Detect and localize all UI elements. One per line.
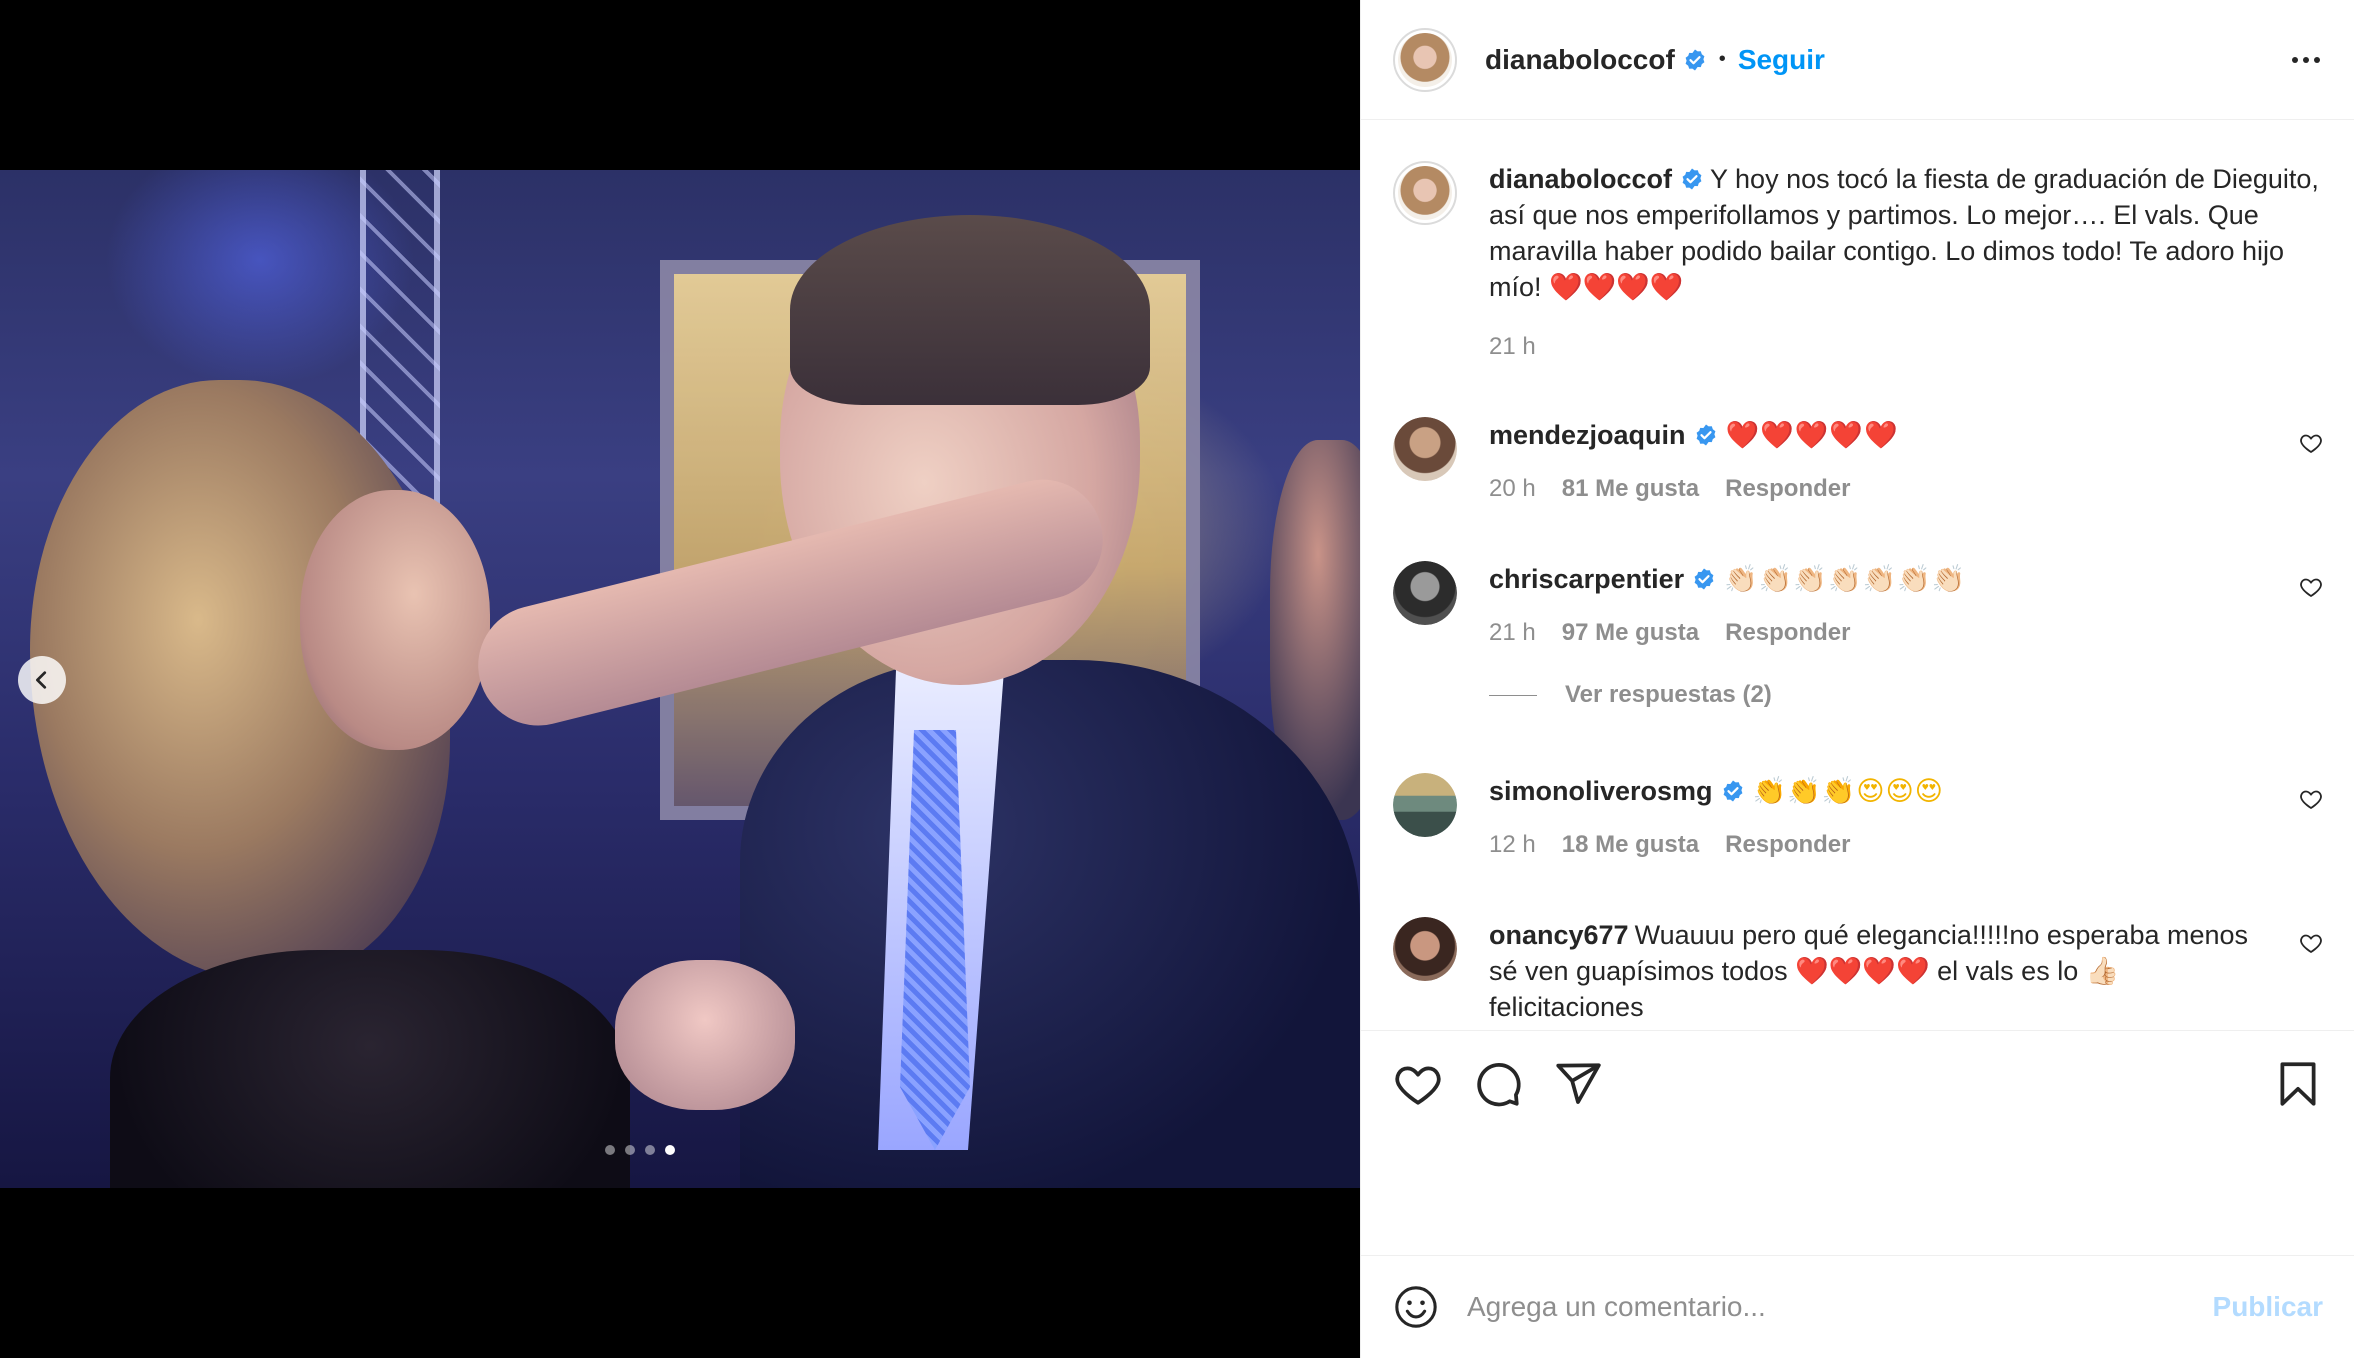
carousel-dot — [645, 1145, 655, 1155]
like-comment-heart-icon[interactable] — [2299, 787, 2323, 811]
reply-button[interactable]: Responder — [1725, 471, 1850, 507]
chevron-left-icon — [36, 671, 47, 689]
commenter-avatar[interactable] — [1393, 561, 1457, 625]
heart-icon[interactable] — [1393, 1059, 1443, 1109]
commenter-avatar[interactable] — [1393, 917, 1457, 981]
carousel-prev-button[interactable] — [18, 656, 66, 704]
verified-badge-icon — [1685, 49, 1705, 70]
carousel-dot-active — [665, 1145, 675, 1155]
comment-time[interactable]: 20 h — [1489, 471, 1536, 507]
comment-text: 👏👏👏😍😍😍 — [1752, 776, 1944, 806]
more-icon-dot — [2303, 57, 2309, 63]
comment-username[interactable]: simonoliverosmg — [1489, 776, 1713, 806]
photo-woman-face — [300, 490, 490, 750]
comment-icon[interactable] — [1473, 1059, 1523, 1109]
like-comment-heart-icon[interactable] — [2299, 931, 2323, 955]
follow-button[interactable]: Seguir — [1738, 44, 1825, 76]
comments-list[interactable]: dianaboloccof Y hoy nos tocó la fiesta de… — [1361, 121, 2354, 1030]
action-bar — [1361, 1030, 2354, 1256]
commenter-avatar[interactable] — [1393, 773, 1457, 837]
post-header: dianaboloccof • Seguir — [1361, 0, 2354, 120]
comment-username[interactable]: chriscarpentier — [1489, 564, 1684, 594]
header-separator: • — [1718, 48, 1726, 70]
post-timestamp[interactable]: 21 h — [1489, 329, 1536, 365]
carousel-indicators — [0, 1145, 1320, 1155]
replies-divider-line — [1489, 694, 1537, 696]
comment-item: chriscarpentier 👏🏻👏🏻👏🏻👏🏻👏🏻👏🏻👏🏻 21 h 97 Me… — [1393, 561, 2323, 651]
more-options-button[interactable] — [2286, 42, 2326, 78]
comment-item: mendezjoaquin ❤️❤️❤️❤️❤️ 20 h 81 Me gusta… — [1393, 417, 2323, 507]
like-comment-heart-icon[interactable] — [2299, 575, 2323, 599]
more-icon-dot — [2314, 57, 2320, 63]
caption-username[interactable]: dianaboloccof — [1489, 164, 1672, 194]
comment-username[interactable]: onancy677 — [1489, 920, 1629, 950]
comment-item: simonoliverosmg 👏👏👏😍😍😍 12 h 18 Me gusta R… — [1393, 773, 2323, 863]
comment-username[interactable]: mendezjoaquin — [1489, 420, 1686, 450]
more-icon-dot — [2292, 57, 2298, 63]
comment-input[interactable] — [1467, 1291, 2213, 1323]
comment-text: ❤️❤️❤️❤️❤️ — [1725, 420, 1899, 450]
verified-badge-icon — [1682, 168, 1702, 190]
carousel-dot — [625, 1145, 635, 1155]
post-caption: dianaboloccof Y hoy nos tocó la fiesta de… — [1393, 161, 2323, 365]
carousel-dot — [605, 1145, 615, 1155]
author-avatar[interactable] — [1393, 27, 1457, 92]
comment-likes[interactable]: 81 Me gusta — [1562, 471, 1699, 507]
verified-badge-icon — [1694, 568, 1714, 590]
share-icon[interactable] — [1553, 1059, 1603, 1109]
post-media — [0, 0, 1360, 1358]
publish-button[interactable]: Publicar — [2213, 1291, 2323, 1323]
verified-badge-icon — [1723, 780, 1742, 802]
comment-likes[interactable]: 97 Me gusta — [1562, 615, 1699, 651]
photo-man-suit — [740, 660, 1360, 1188]
photo-hands — [615, 960, 795, 1110]
post-sidebar: dianaboloccof • Seguir dianaboloccof Y ho… — [1360, 0, 2354, 1358]
comment-composer: Publicar — [1361, 1255, 2354, 1358]
photo-man-hair — [790, 215, 1150, 405]
post-photo[interactable] — [0, 170, 1360, 1188]
author-username[interactable]: dianaboloccof — [1485, 44, 1675, 76]
view-replies-label: Ver respuestas (2) — [1565, 681, 1772, 708]
emoji-icon[interactable] — [1393, 1284, 1439, 1330]
commenter-avatar[interactable] — [1393, 417, 1457, 481]
reply-button[interactable]: Responder — [1725, 615, 1850, 651]
reply-button[interactable]: Responder — [1725, 827, 1850, 863]
author-avatar[interactable] — [1393, 161, 1457, 225]
verified-badge-icon — [1696, 424, 1715, 446]
comment-time[interactable]: 12 h — [1489, 827, 1536, 863]
like-comment-heart-icon[interactable] — [2299, 431, 2323, 455]
bookmark-icon[interactable] — [2273, 1059, 2323, 1109]
comment-item: onancy677 Wuauuu pero qué elegancia!!!!!n… — [1393, 917, 2323, 1025]
comment-likes[interactable]: 18 Me gusta — [1562, 827, 1699, 863]
comment-time[interactable]: 21 h — [1489, 615, 1536, 651]
comment-text: 👏🏻👏🏻👏🏻👏🏻👏🏻👏🏻👏🏻 — [1724, 564, 1967, 594]
view-replies-button[interactable]: Ver respuestas (2) — [1489, 681, 1772, 709]
